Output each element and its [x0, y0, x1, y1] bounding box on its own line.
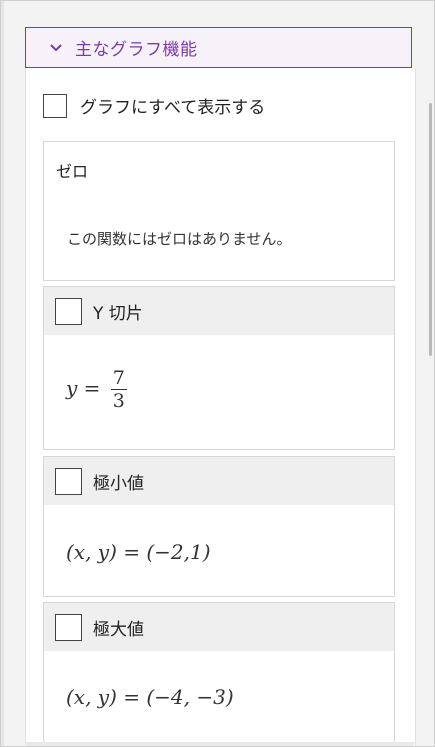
equals-sign: = [83, 376, 101, 401]
key-graph-features-pane: 主なグラフ機能 グラフにすべて表示する ゼロ この関数にはゼロはありません。 Y… [0, 0, 435, 747]
show-all-label: グラフにすべて表示する [80, 98, 266, 118]
maximum-header[interactable]: 極大値 [44, 603, 394, 651]
maximum-card: 極大値 (x, y) = (−4, −3) [43, 602, 395, 744]
fraction-numerator: 7 [112, 367, 125, 389]
features-content: グラフにすべて表示する ゼロ この関数にはゼロはありません。 Y 切片 y = … [25, 68, 416, 746]
zero-card: ゼロ この関数にはゼロはありません。 [43, 141, 395, 281]
maximum-label: 極大値 [93, 619, 144, 640]
vertical-scrollbar[interactable] [429, 103, 432, 356]
minimum-checkbox[interactable] [55, 467, 82, 495]
zero-text: この関数にはゼロはありません。 [67, 230, 292, 248]
y-intercept-formula: y = 7 3 [66, 367, 127, 412]
show-all-on-graph[interactable]: グラフにすべて表示する [43, 93, 265, 118]
minimum-header[interactable]: 極小値 [44, 457, 394, 505]
y-intercept-label: Y 切片 [93, 303, 143, 324]
key-features-header[interactable]: 主なグラフ機能 [25, 27, 412, 68]
show-all-checkbox[interactable] [43, 93, 67, 118]
maximum-checkbox[interactable] [55, 613, 82, 641]
pane-edge [1, 1, 4, 746]
y-intercept-header[interactable]: Y 切片 [44, 287, 394, 335]
minimum-label: 極小値 [93, 473, 144, 494]
minimum-value: (x, y) = (−2,1) [66, 540, 211, 564]
chevron-down-icon [50, 43, 62, 51]
minimum-card: 極小値 (x, y) = (−2,1) [43, 456, 395, 597]
fraction: 7 3 [110, 367, 127, 413]
key-features-title: 主なグラフ機能 [75, 40, 198, 60]
zero-title: ゼロ [56, 162, 89, 181]
y-intercept-checkbox[interactable] [55, 297, 82, 325]
y-intercept-card: Y 切片 y = 7 3 [43, 286, 395, 450]
maximum-value: (x, y) = (−4, −3) [66, 685, 234, 709]
content-bottom-edge [25, 742, 414, 746]
y-variable: y [66, 376, 78, 401]
fraction-denominator: 3 [112, 390, 125, 413]
